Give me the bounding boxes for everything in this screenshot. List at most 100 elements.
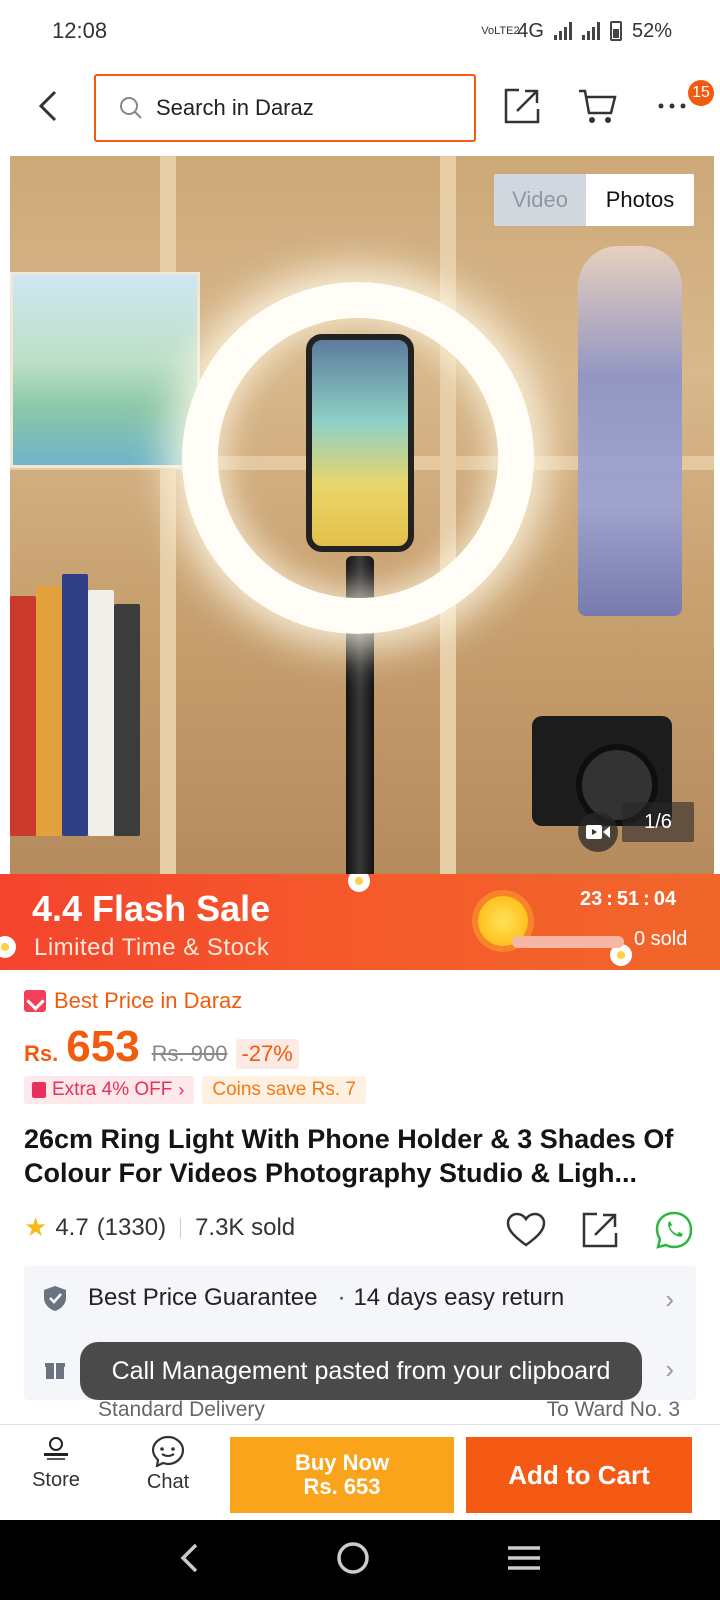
share-icon [504, 88, 540, 124]
wishlist-button[interactable] [504, 1208, 548, 1252]
guarantee-row[interactable]: Best Price Guarantee · 14 days easy retu… [42, 1284, 564, 1312]
guarantee-text: Best Price Guarantee [88, 1284, 318, 1311]
search-icon [120, 97, 142, 119]
divider [180, 1217, 182, 1238]
status-icons: VoLTE2 4G 52% [481, 20, 672, 43]
chat-button[interactable]: Chat [128, 1435, 208, 1494]
timer-seconds: 04 [653, 888, 677, 910]
rating-row[interactable]: ★ 4.7 (1330) 7.3K sold [24, 1212, 295, 1243]
return-text: 14 days easy return [353, 1284, 565, 1311]
product-title: 26cm Ring Light With Phone Holder & 3 Sh… [24, 1124, 674, 1188]
video-camera-icon [586, 825, 610, 839]
chevron-right-icon: › [665, 1354, 674, 1384]
top-nav: 15 [0, 70, 720, 142]
phone-on-holder [306, 334, 414, 552]
review-count: (1330) [96, 1213, 167, 1241]
chat-icon [151, 1435, 185, 1467]
search-input[interactable] [156, 95, 446, 121]
video-play-button[interactable] [578, 812, 618, 852]
image-counter: 1/6 [622, 802, 694, 842]
flower-decoration [0, 936, 16, 958]
flower-decoration [348, 874, 370, 892]
volte-label: VoLTE2 [481, 24, 520, 37]
media-toggle: Video Photos [494, 174, 694, 226]
separator-dot: · [337, 1284, 346, 1311]
timer-hours: 23 [580, 888, 603, 910]
search-box[interactable] [94, 74, 476, 142]
discount-badge: -27% [235, 1039, 299, 1069]
original-price: Rs. 900 [151, 1041, 228, 1066]
product-image-gallery[interactable]: Video Photos 1/6 [10, 156, 714, 874]
tab-video[interactable]: Video [494, 174, 586, 226]
back-chevron-icon [180, 1543, 197, 1572]
extra-off-text: Extra 4% OFF [52, 1079, 173, 1100]
signal-icon [553, 22, 572, 40]
cart-count-badge: 15 [688, 80, 714, 106]
sold-count: 0 sold [634, 928, 688, 950]
buy-now-button[interactable]: Buy Now Rs. 653 [230, 1437, 454, 1513]
best-price-label[interactable]: Best Price in Daraz [24, 988, 242, 1014]
figurine [578, 246, 682, 616]
chevron-right-icon: › [178, 1079, 185, 1100]
add-to-cart-button[interactable]: Add to Cart [466, 1437, 692, 1513]
store-label: Store [32, 1469, 80, 1491]
clipboard-toast: Call Management pasted from your clipboa… [80, 1342, 642, 1400]
whatsapp-icon [655, 1211, 693, 1249]
timer-separator: : [606, 888, 613, 910]
chevron-right-icon: › [665, 1284, 674, 1314]
store-button[interactable]: Store [16, 1435, 96, 1492]
sold-progress-bar [512, 936, 624, 948]
best-price-text: Best Price in Daraz [54, 988, 243, 1013]
whatsapp-share-button[interactable] [652, 1208, 696, 1252]
rating-value: 4.7 [55, 1213, 89, 1241]
system-home-button[interactable] [336, 1541, 370, 1580]
heart-icon [506, 1212, 546, 1247]
shelf-divider [160, 156, 176, 874]
share-product-button[interactable] [578, 1208, 622, 1252]
flash-sale-banner[interactable]: 4.4 Flash Sale Limited Time & Stock 23 :… [0, 874, 720, 970]
books [10, 574, 160, 836]
system-nav-bar [0, 1520, 720, 1600]
share-button[interactable] [500, 84, 544, 128]
menu-lines-icon [508, 1545, 541, 1570]
promo-row: Extra 4% OFF › Coins save Rs. 7 [24, 1076, 366, 1104]
shield-check-icon [44, 1286, 66, 1311]
currency-label: Rs. [24, 1041, 59, 1066]
coins-chip[interactable]: Coins save Rs. 7 [202, 1076, 366, 1104]
delivery-location: To Ward No. 3 [546, 1398, 680, 1421]
trend-down-icon [24, 990, 46, 1012]
voucher-icon [32, 1082, 46, 1098]
more-dots-icon [658, 103, 686, 109]
status-bar: 12:08 VoLTE2 4G 52% [0, 0, 720, 62]
signal-icon-2 [581, 22, 600, 40]
share-icon [582, 1212, 618, 1248]
chat-label: Chat [146, 1471, 190, 1493]
bottom-action-bar: Store Chat Buy Now Rs. 653 Add to Cart [0, 1424, 720, 1520]
back-button[interactable] [30, 88, 66, 124]
cart-button[interactable] [576, 84, 620, 128]
delivery-type: Standard Delivery [98, 1398, 265, 1421]
star-icon: ★ [24, 1212, 48, 1242]
system-menu-button[interactable] [507, 1545, 541, 1576]
current-price: 653 [66, 1022, 140, 1071]
battery-icon [609, 21, 622, 41]
price-row: Rs. 653 Rs. 900 -27% [24, 1022, 299, 1072]
painting [10, 272, 200, 468]
countdown-timer: 23 : 51 : 04 [580, 888, 676, 911]
sold-total: 7.3K sold [195, 1213, 296, 1241]
timer-minutes: 51 [616, 888, 640, 910]
buy-now-price: Rs. 653 [303, 1474, 381, 1499]
network-label: 4G [517, 19, 544, 42]
home-circle-icon [337, 1541, 369, 1574]
back-arrow-icon [38, 90, 57, 122]
extra-off-chip[interactable]: Extra 4% OFF › [24, 1076, 195, 1104]
product-page: 12:08 VoLTE2 4G 52% 15 [0, 0, 720, 1600]
system-back-button[interactable] [179, 1542, 199, 1579]
store-logo-icon [44, 1437, 68, 1460]
cart-icon [579, 89, 617, 123]
timer-separator: : [643, 888, 650, 910]
battery-level: 52% [631, 19, 672, 42]
clock: 12:08 [52, 18, 108, 43]
gift-icon [45, 1363, 65, 1379]
tab-photos[interactable]: Photos [586, 174, 694, 226]
